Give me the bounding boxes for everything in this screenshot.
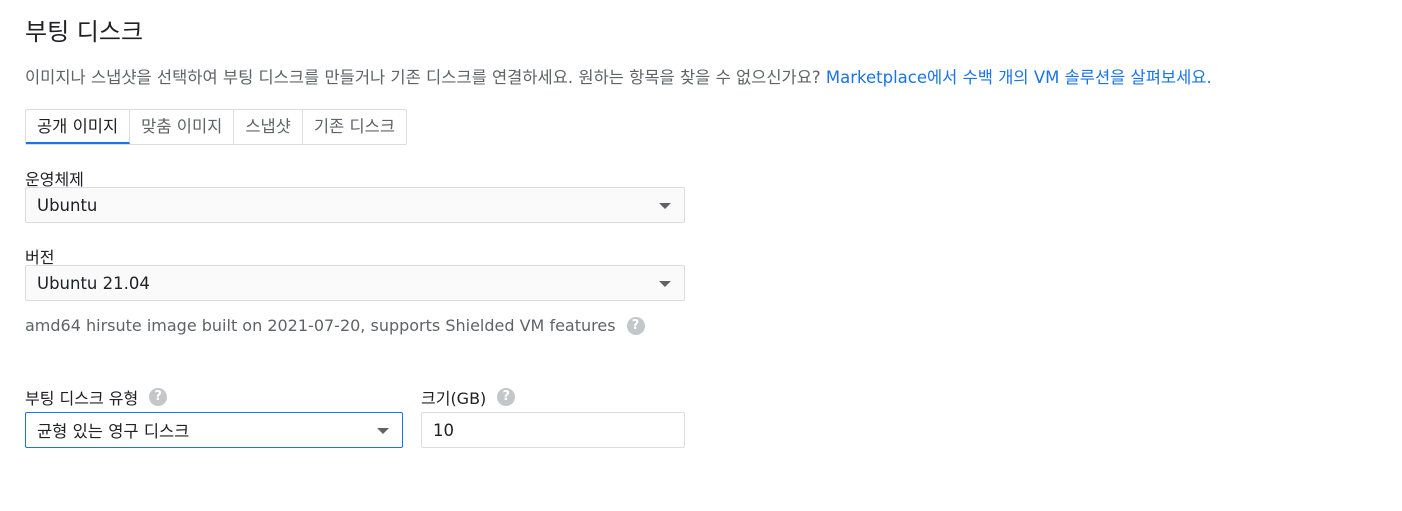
- size-label-row: 크기(GB) ?: [421, 385, 516, 409]
- tab-snapshots[interactable]: 스냅샷: [234, 110, 303, 144]
- help-icon[interactable]: ?: [626, 316, 645, 335]
- disk-type-select[interactable]: 균형 있는 영구 디스크: [25, 412, 403, 448]
- image-source-tabs: 공개 이미지 맞춤 이미지 스냅샷 기존 디스크: [25, 109, 408, 145]
- caret-down-icon: [659, 281, 671, 287]
- tab-public-images[interactable]: 공개 이미지: [26, 110, 131, 144]
- version-select-value: Ubuntu 21.04: [37, 273, 150, 293]
- os-select[interactable]: Ubuntu: [25, 187, 685, 223]
- marketplace-link[interactable]: Marketplace에서 수백 개의 VM 솔루션을 살펴보세요.: [826, 68, 1212, 87]
- tab-custom-images[interactable]: 맞춤 이미지: [130, 110, 235, 144]
- size-input-value: 10: [433, 420, 454, 440]
- size-input[interactable]: 10: [421, 412, 685, 448]
- help-icon[interactable]: ?: [497, 388, 516, 406]
- description-text: 이미지나 스냅샷을 선택하여 부팅 디스크를 만들거나 기존 디스크를 연결하세…: [25, 68, 826, 87]
- help-icon[interactable]: ?: [149, 388, 168, 406]
- disk-type-label: 부팅 디스크 유형: [25, 389, 139, 408]
- version-hint-text: amd64 hirsute image built on 2021-07-20,…: [25, 316, 616, 335]
- version-select[interactable]: Ubuntu 21.04: [25, 265, 685, 301]
- caret-down-icon: [377, 428, 389, 434]
- tab-existing-disks[interactable]: 기존 디스크: [303, 110, 406, 144]
- size-label: 크기(GB): [421, 389, 487, 408]
- os-select-value: Ubuntu: [37, 195, 98, 215]
- caret-down-icon: [659, 203, 671, 209]
- section-title: 부팅 디스크: [25, 18, 144, 46]
- section-description: 이미지나 스냅샷을 선택하여 부팅 디스크를 만들거나 기존 디스크를 연결하세…: [25, 64, 1212, 88]
- disk-type-label-row: 부팅 디스크 유형 ?: [25, 385, 168, 409]
- disk-type-select-value: 균형 있는 영구 디스크: [37, 422, 190, 441]
- boot-disk-panel: 부팅 디스크 이미지나 스냅샷을 선택하여 부팅 디스크를 만들거나 기존 디스…: [0, 0, 1402, 511]
- version-hint: amd64 hirsute image built on 2021-07-20,…: [25, 316, 645, 335]
